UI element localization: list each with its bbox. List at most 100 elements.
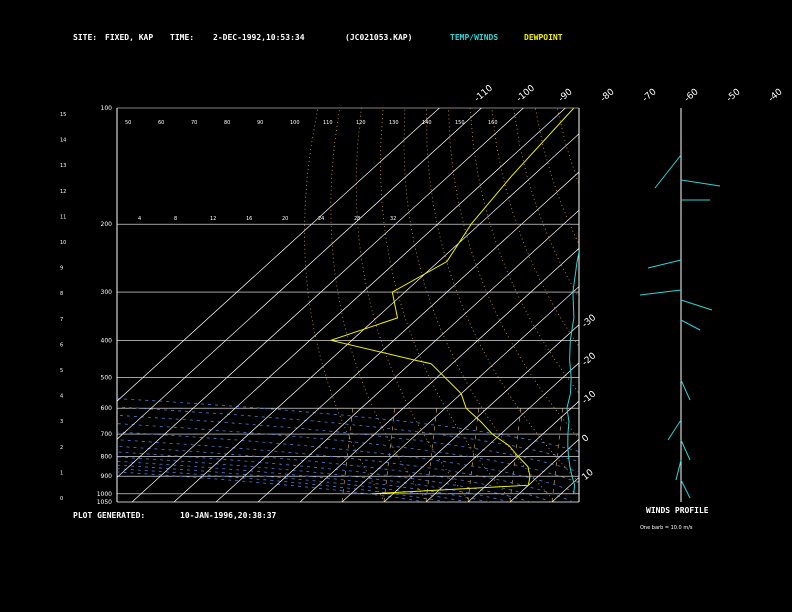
- height-tick-label: 2: [60, 445, 63, 451]
- header: SITE: FIXED, KAP TIME: 2-DEC-1992,10:53:…: [73, 33, 563, 42]
- isotherms: [117, 108, 792, 502]
- wind-barb: [667, 419, 682, 441]
- theta-label: 60: [158, 120, 164, 126]
- wind-barb: [680, 379, 691, 401]
- height-tick-label: 4: [60, 394, 63, 400]
- theta-label: 50: [125, 120, 131, 126]
- height-tick-label: 8: [60, 291, 63, 297]
- time-label: TIME:: [170, 33, 194, 42]
- mixing-ratio-labels: 4 8 12 16 20 24 28 32: [138, 216, 396, 222]
- right-temperature-axis: -30 -20 -10 0 10: [581, 313, 599, 483]
- mixing-ratio-label: 20: [282, 216, 288, 222]
- mixing-ratio-label: 32: [390, 216, 396, 222]
- dry-adiabat-line: [380, 108, 514, 502]
- winds-profile: WINDS PROFILE One barb = 10.0 m/s: [639, 108, 721, 531]
- dry-adiabat-line: [304, 108, 386, 502]
- file-name: (JC021053.KAP): [345, 33, 412, 42]
- dry-adiabat-line: [491, 108, 579, 348]
- isotherm-line: [299, 247, 579, 502]
- height-axis: 1514131211109876543210: [60, 112, 66, 502]
- height-tick-label: 10: [60, 240, 66, 246]
- height-tick-label: 14: [60, 138, 66, 144]
- right-temperature-tick-label: -10: [581, 389, 599, 406]
- footer: PLOT GENERATED: 10-JAN-1996,20:38:37: [73, 511, 277, 520]
- pressure-tick-label: 900: [101, 473, 113, 480]
- isotherm-line: [636, 108, 792, 502]
- dry-adiabat-line: [330, 108, 428, 502]
- mixing-ratio-label: 24: [318, 216, 324, 222]
- skewt-figure: SITE: FIXED, KAP TIME: 2-DEC-1992,10:53:…: [60, 33, 792, 531]
- height-tick-label: 9: [60, 266, 63, 272]
- isotherm-line: [117, 108, 482, 440]
- moist-adiabat-line: [117, 460, 490, 502]
- pressure-tick-label: 100: [101, 105, 113, 112]
- theta-label: 120: [356, 120, 366, 126]
- moist-adiabat-line: [117, 439, 574, 502]
- dry-adiabats: [304, 108, 792, 502]
- theta-label: 90: [257, 120, 263, 126]
- wind-barb: [680, 179, 721, 187]
- right-temperature-tick-label: 10: [581, 468, 596, 483]
- isotherm-line: [509, 438, 579, 502]
- moist-adiabat-line: [117, 464, 469, 502]
- top-temperature-tick-label: -60: [683, 87, 701, 104]
- dry-adiabat-line: [731, 108, 792, 502]
- dry-adiabat-line: [622, 108, 792, 502]
- time-value: 2-DEC-1992,10:53:34: [213, 33, 305, 42]
- right-temperature-tick-label: -30: [581, 313, 599, 330]
- dry-adiabat-line: [666, 108, 792, 502]
- right-temperature-tick-label: -20: [581, 351, 599, 368]
- theta-label: 100: [290, 120, 300, 126]
- theta-label: 130: [389, 120, 399, 126]
- height-tick-label: 6: [60, 342, 63, 348]
- dry-adiabat-line: [774, 108, 792, 502]
- pressure-axis: 100 200 300 400 500 600 700 800 900 10001050: [97, 105, 112, 506]
- theta-labels: 50 60 70 80 90 100 110 120 130 140 150 160: [125, 120, 498, 126]
- isotherm-line: [720, 108, 792, 502]
- theta-label: 160: [488, 120, 498, 126]
- pressure-tick-label: 1000: [97, 491, 112, 498]
- dry-adiabat-line: [426, 108, 579, 484]
- legend-dewpoint: DEWPOINT: [524, 33, 563, 42]
- dry-adiabat-line: [556, 108, 579, 185]
- isobars: [117, 223, 579, 495]
- dry-adiabat-line: [578, 108, 579, 111]
- plot-generated-label: PLOT GENERATED:: [73, 511, 145, 520]
- theta-label: 110: [323, 120, 333, 126]
- height-tick-label: 12: [60, 189, 66, 195]
- site-label: SITE:: [73, 33, 97, 42]
- site-value: FIXED, KAP: [105, 33, 153, 42]
- moist-adiabat-line: [117, 406, 579, 463]
- isotherm-line: [131, 108, 566, 502]
- wind-barb: [639, 289, 682, 296]
- top-temperature-tick-label: -100: [515, 83, 537, 104]
- pressure-tick-label: 1050: [97, 499, 112, 506]
- wind-barb: [675, 459, 682, 481]
- isotherm-line: [594, 108, 792, 502]
- pressure-tick-label: 200: [101, 221, 113, 228]
- moist-adiabat-line: [117, 414, 579, 473]
- winds-profile-note: One barb = 10.0 m/s: [640, 525, 693, 531]
- plot-area: 50 60 70 80 90 100 110 120 130 140 150 160 4 8 12 16 20…: [116, 107, 792, 503]
- isotherm-line: [117, 108, 524, 478]
- height-tick-label: 15: [60, 112, 66, 118]
- height-tick-label: 0: [60, 496, 63, 502]
- height-tick-label: 11: [60, 214, 66, 220]
- theta-label: 80: [224, 120, 230, 126]
- dry-adiabat-line: [469, 108, 579, 394]
- wind-barb: [680, 439, 691, 461]
- moist-adiabat-line: [117, 445, 553, 502]
- top-temperature-tick-label: -40: [767, 87, 785, 104]
- top-temperature-tick-label: -110: [473, 83, 495, 104]
- top-temperature-tick-label: -80: [599, 87, 617, 104]
- moist-adiabat-line: [117, 431, 579, 495]
- temperature-series-line: [566, 249, 579, 494]
- height-tick-label: 13: [60, 163, 66, 169]
- isotherm-line: [117, 108, 440, 402]
- isotherm-line: [762, 108, 792, 502]
- isotherm-line: [173, 133, 579, 502]
- mixing-ratio-label: 16: [246, 216, 252, 222]
- top-temperature-tick-label: -50: [725, 87, 743, 104]
- pressure-tick-label: 600: [101, 405, 113, 412]
- mixing-ratio-line: [636, 408, 647, 502]
